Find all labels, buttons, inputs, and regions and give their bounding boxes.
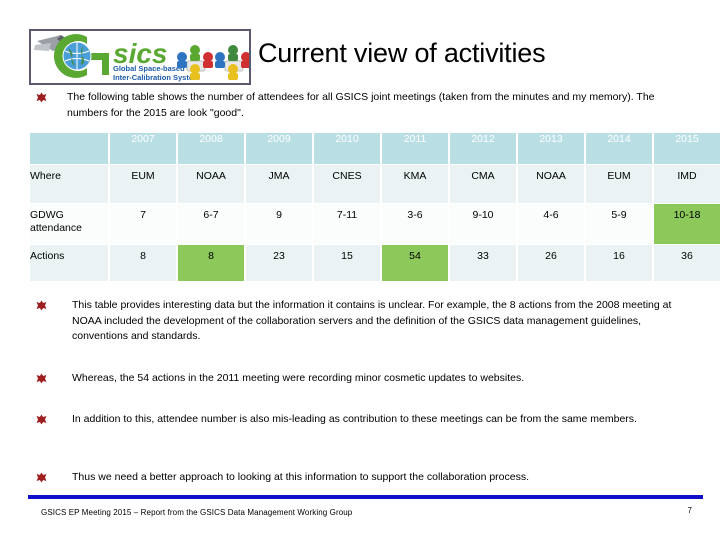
table-corner-cell <box>30 133 108 164</box>
table-header-2010: 2010 <box>314 133 380 164</box>
row-label-where: Where <box>30 165 108 203</box>
cell-gdwg-2008: 6-7 <box>178 204 244 244</box>
table-header-2007: 2007 <box>110 133 176 164</box>
table-header-2012: 2012 <box>450 133 516 164</box>
cell-gdwg-2015: 10-18 <box>654 204 720 244</box>
table-header-2009: 2009 <box>246 133 312 164</box>
page-title: Current view of activities <box>258 38 546 68</box>
diamond-bullet-icon <box>36 92 47 103</box>
body-bullet-1-text: This table provides interesting data but… <box>72 299 672 342</box>
cell-where-2014: EUM <box>586 165 652 203</box>
body-bullet-4-text: Thus we need a better approach to lookin… <box>72 471 530 483</box>
cell-actions-2014: 16 <box>586 245 652 281</box>
cell-gdwg-2011: 3-6 <box>382 204 448 244</box>
cell-gdwg-2009: 9 <box>246 204 312 244</box>
cell-where-2009: JMA <box>246 165 312 203</box>
cell-where-2007: EUM <box>110 165 176 203</box>
row-label-actions: Actions <box>30 245 108 281</box>
gsics-logo-graphic: sics Global Space-based Inter-Calibratio… <box>34 34 249 82</box>
body-bullet-1: This table provides interesting data but… <box>36 298 701 345</box>
cell-where-2011: KMA <box>382 165 448 203</box>
row-label-gdwg-attendance: GDWG attendance <box>30 204 108 244</box>
diamond-bullet-icon <box>36 373 47 384</box>
slide-header: sics Global Space-based Inter-Calibratio… <box>0 0 720 86</box>
diamond-bullet-icon <box>36 472 47 483</box>
cell-actions-2012: 33 <box>450 245 516 281</box>
cell-where-2015: IMD <box>654 165 720 203</box>
cell-actions-2015: 36 <box>654 245 720 281</box>
table-row: Where EUM NOAA JMA CNES KMA CMA NOAA EUM… <box>30 165 720 203</box>
cell-where-2008: NOAA <box>178 165 244 203</box>
intro-bullet: The following table shows the number of … <box>36 90 696 121</box>
diamond-bullet-icon <box>36 300 47 311</box>
diamond-bullet-icon <box>36 414 47 425</box>
cell-actions-2007: 8 <box>110 245 176 281</box>
cell-where-2010: CNES <box>314 165 380 203</box>
cell-actions-2013: 26 <box>518 245 584 281</box>
cell-actions-2008: 8 <box>178 245 244 281</box>
table-header-2013: 2013 <box>518 133 584 164</box>
cell-actions-2010: 15 <box>314 245 380 281</box>
cell-gdwg-2010: 7-11 <box>314 204 380 244</box>
cell-actions-2009: 23 <box>246 245 312 281</box>
svg-text:Inter-Calibration System: Inter-Calibration System <box>113 73 200 82</box>
table-header-2014: 2014 <box>586 133 652 164</box>
cell-where-2012: CMA <box>450 165 516 203</box>
cell-gdwg-2007: 7 <box>110 204 176 244</box>
footer-divider <box>28 495 703 499</box>
body-bullet-2-text: Whereas, the 54 actions in the 2011 meet… <box>72 372 525 384</box>
cell-actions-2011: 54 <box>382 245 448 281</box>
gsics-logo: sics Global Space-based Inter-Calibratio… <box>29 29 251 85</box>
table-header-row: 2007 2008 2009 2010 2011 2012 2013 2014 … <box>30 133 720 164</box>
body-bullet-3: In addition to this, attendee number is … <box>36 412 701 428</box>
body-bullet-4: Thus we need a better approach to lookin… <box>36 470 701 486</box>
body-bullet-3-text: In addition to this, attendee number is … <box>72 413 637 425</box>
body-bullet-2: Whereas, the 54 actions in the 2011 meet… <box>36 371 701 387</box>
svg-text:Global Space-based: Global Space-based <box>113 64 185 73</box>
cell-gdwg-2014: 5-9 <box>586 204 652 244</box>
table-header-2008: 2008 <box>178 133 244 164</box>
page-number: 7 <box>687 506 692 515</box>
attendance-table: 2007 2008 2009 2010 2011 2012 2013 2014 … <box>28 132 720 282</box>
table-header-2011: 2011 <box>382 133 448 164</box>
table-row: GDWG attendance 7 6-7 9 7-11 3-6 9-10 4-… <box>30 204 720 244</box>
cell-gdwg-2013: 4-6 <box>518 204 584 244</box>
table-row: Actions 8 8 23 15 54 33 26 16 36 <box>30 245 720 281</box>
table-header-2015: 2015 <box>654 133 720 164</box>
cell-where-2013: NOAA <box>518 165 584 203</box>
footer-text: GSICS EP Meeting 2015 – Report from the … <box>41 508 353 517</box>
cell-gdwg-2012: 9-10 <box>450 204 516 244</box>
intro-bullet-text: The following table shows the number of … <box>67 91 655 119</box>
